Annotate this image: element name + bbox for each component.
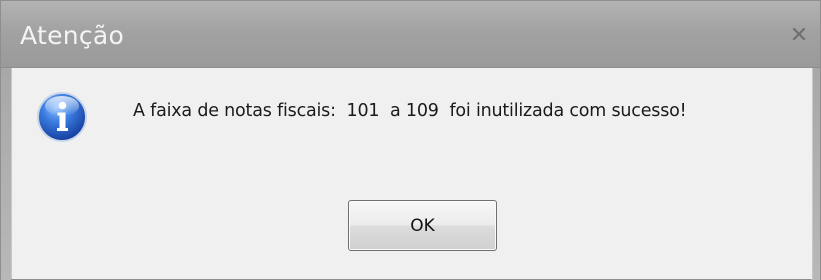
dialog-title: Atenção [20,21,125,50]
close-button[interactable] [784,19,814,49]
dialog-message: A faixa de notas fiscais: 101 a 109 foi … [133,101,687,121]
title-bar[interactable]: Atenção [1,1,820,68]
close-icon [792,27,806,41]
dialog-body: A faixa de notas fiscais: 101 a 109 foi … [11,68,813,279]
info-icon [37,92,87,142]
message-dialog: Atenção A faixa de notas fiscais: 101 a … [0,0,821,280]
ok-button[interactable]: OK [348,200,497,251]
dialog-frame-left [1,68,11,280]
